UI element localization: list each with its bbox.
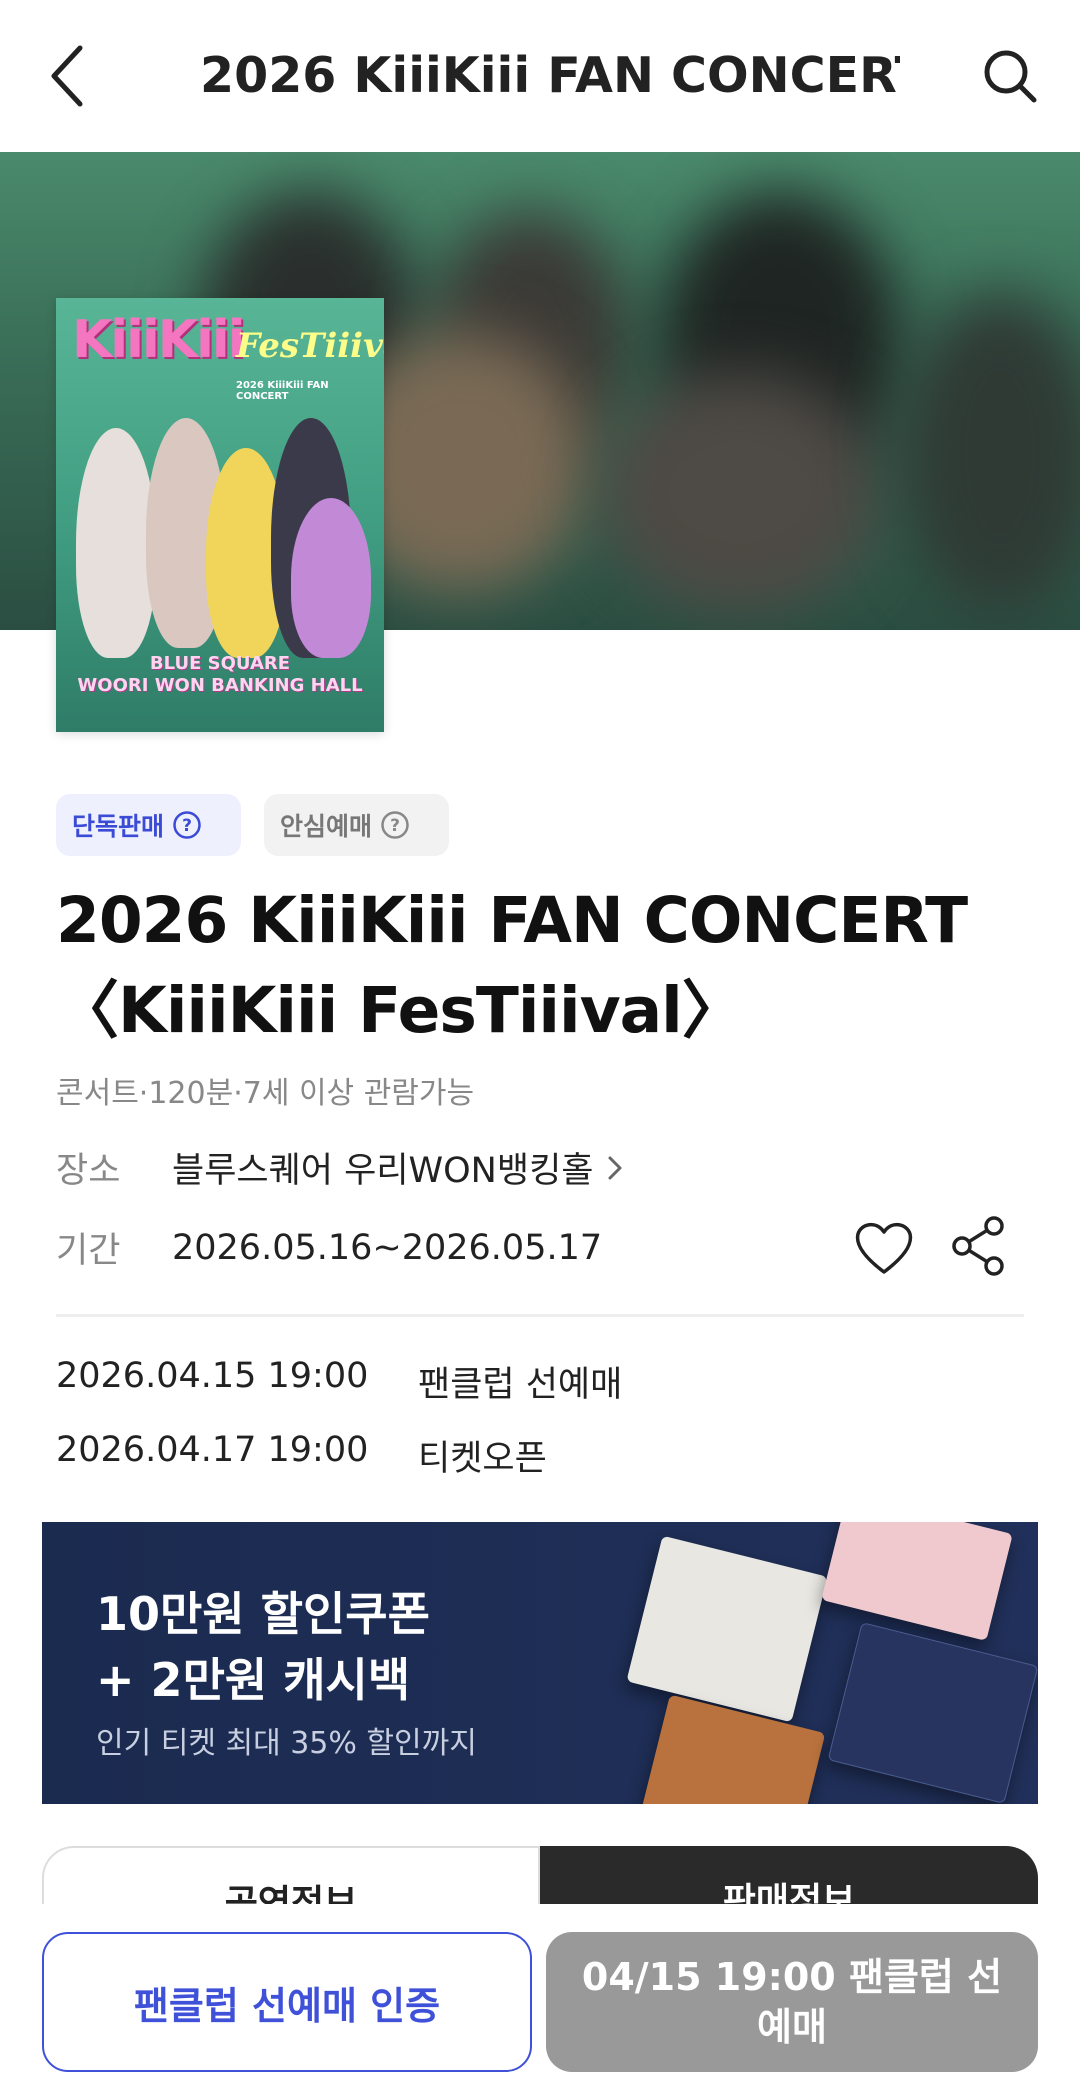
poster-venue-line1: BLUE SQUARE — [149, 653, 291, 674]
ticket-card-image — [821, 1522, 1013, 1641]
question-circle-icon: ? — [381, 811, 409, 839]
banner-subtext: 인기 티켓 최대 35% 할인까지 — [96, 1726, 477, 1761]
schedule-time: 2026.04.17 19:00 — [56, 1430, 369, 1470]
schedule-row: 2026.04.17 19:00 티켓오픈 — [56, 1430, 547, 1481]
question-circle-icon: ? — [173, 811, 201, 839]
heart-icon — [855, 1222, 913, 1274]
venue-label: 장소 — [56, 1151, 121, 1191]
banner-headline-2: + 2만원 캐시백 — [96, 1653, 411, 1707]
blurred-figure — [600, 372, 880, 612]
poster-member — [76, 428, 156, 658]
poster-member — [291, 498, 371, 658]
poster-venue: BLUE SQUARE WOORI WON BANKING HALL — [56, 653, 384, 697]
ticket-card-image — [626, 1535, 828, 1723]
svg-text:?: ? — [182, 816, 192, 836]
poster-logo: KiiiKiii — [72, 310, 246, 370]
schedule-label: 티켓오픈 — [418, 1439, 547, 1479]
search-button[interactable] — [976, 42, 1046, 112]
badge-label: 안심예매 — [280, 812, 373, 841]
tab-sales-info[interactable]: 판매정보 — [540, 1846, 1038, 1906]
page-title: 2026 KiiiKiii FAN CONCERT… — [200, 47, 900, 104]
schedule-row: 2026.04.15 19:00 팬클럽 선예매 — [56, 1356, 622, 1407]
tab-performance-info[interactable]: 공연정보 — [42, 1846, 540, 1906]
banner-headline: 10만원 할인쿠폰 — [96, 1587, 430, 1641]
bottom-action-bar: 팬클럽 선예매 인증 04/15 19:00 팬클럽 선예매 — [0, 1904, 1080, 2100]
share-button[interactable] — [948, 1214, 1008, 1278]
promo-banner[interactable]: 10만원 할인쿠폰 + 2만원 캐시백 인기 티켓 최대 35% 할인까지 — [42, 1522, 1038, 1804]
divider — [56, 1314, 1024, 1317]
venue-row[interactable]: 장소 블루스퀘어 우리WON뱅킹홀 — [56, 1142, 625, 1193]
detail-tabs: 공연정보 판매정보 — [42, 1846, 1038, 1906]
back-button[interactable] — [48, 36, 118, 116]
venue-value[interactable]: 블루스퀘어 우리WON뱅킹홀 — [172, 1142, 593, 1193]
ticket-card-image — [827, 1622, 1038, 1804]
safe-booking-badge[interactable]: 안심예매 ? — [264, 794, 449, 856]
exclusive-sale-badge[interactable]: 단독판매 ? — [56, 794, 241, 856]
event-title: 2026 KiiiKiii FAN CONCERT 〈KiiiKiii FesT… — [56, 884, 968, 1047]
badge-label: 단독판매 — [72, 812, 165, 841]
search-icon — [984, 50, 1037, 103]
poster-venue-line2: WOORI WON BANKING HALL — [77, 675, 363, 696]
period-label: 기간 — [56, 1231, 121, 1271]
period-value: 2026.05.16~2026.05.17 — [172, 1227, 603, 1268]
presale-button[interactable]: 04/15 19:00 팬클럽 선예매 — [546, 1932, 1038, 2072]
poster-festival-text: FesTiiival — [236, 326, 384, 366]
fanclub-verify-button[interactable]: 팬클럽 선예매 인증 — [42, 1932, 532, 2072]
chevron-left-icon — [51, 45, 83, 107]
event-poster[interactable]: KiiiKiii FesTiiival 2026 KiiiKiii FAN CO… — [56, 298, 384, 732]
chevron-right-icon — [608, 1156, 622, 1179]
period-row: 기간 2026.05.16~2026.05.17 — [56, 1222, 602, 1273]
schedule-time: 2026.04.15 19:00 — [56, 1356, 369, 1396]
schedule-label: 팬클럽 선예매 — [418, 1365, 623, 1405]
share-icon — [952, 1216, 1004, 1276]
top-app-bar: 2026 KiiiKiii FAN CONCERT… — [0, 0, 1080, 152]
svg-text:?: ? — [390, 816, 400, 836]
event-meta: 콘서트·120분·7세 이상 관람가능 — [56, 1076, 475, 1111]
poster-subtitle: 2026 KiiiKiii FAN CONCERT — [236, 380, 329, 402]
like-button[interactable] — [852, 1216, 916, 1280]
ticket-card-image — [638, 1694, 826, 1804]
blurred-figure — [900, 292, 1080, 612]
